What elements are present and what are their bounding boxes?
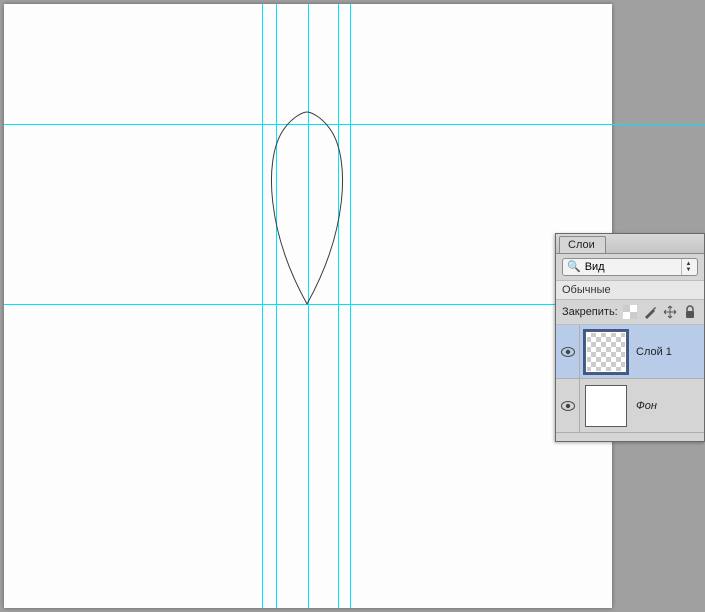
teardrop-path bbox=[271, 112, 342, 304]
layer-filter-row: 🔍 Вид ▲▼ bbox=[556, 254, 704, 281]
layer-name[interactable]: Слой 1 bbox=[632, 346, 704, 358]
blend-mode-label[interactable]: Обычные bbox=[556, 281, 704, 300]
panel-tabs: Слои bbox=[556, 234, 704, 254]
guide-vertical[interactable] bbox=[262, 4, 263, 608]
layer-row[interactable]: Фон bbox=[556, 379, 704, 433]
search-icon: 🔍 bbox=[567, 262, 581, 273]
guide-vertical[interactable] bbox=[308, 4, 309, 608]
layer-filter-dropdown[interactable]: 🔍 Вид ▲▼ bbox=[562, 258, 698, 276]
visibility-toggle[interactable] bbox=[556, 325, 580, 378]
guide-vertical[interactable] bbox=[276, 4, 277, 608]
guide-horizontal[interactable] bbox=[4, 124, 705, 125]
guide-vertical[interactable] bbox=[350, 4, 351, 608]
canvas[interactable] bbox=[4, 4, 612, 608]
tab-layers[interactable]: Слои bbox=[559, 236, 606, 253]
layer-thumbnail[interactable] bbox=[585, 331, 627, 373]
guide-vertical[interactable] bbox=[338, 4, 339, 608]
layer-filter-label: Вид bbox=[585, 261, 605, 273]
layer-thumbnail-col bbox=[580, 325, 632, 378]
lock-all-icon[interactable] bbox=[683, 304, 698, 320]
lock-label: Закрепить: bbox=[562, 306, 618, 318]
lock-transparency-icon[interactable] bbox=[623, 304, 638, 320]
layer-name[interactable]: Фон bbox=[632, 400, 704, 412]
layers-empty-area bbox=[556, 433, 704, 441]
eye-icon bbox=[561, 401, 575, 411]
eye-icon bbox=[561, 347, 575, 357]
dropdown-arrows-icon: ▲▼ bbox=[681, 259, 695, 275]
layer-thumbnail[interactable] bbox=[585, 385, 627, 427]
layers-list: Слой 1 Фон bbox=[556, 325, 704, 441]
lock-pixels-icon[interactable] bbox=[643, 304, 658, 320]
layers-panel: Слои 🔍 Вид ▲▼ Обычные Закрепить: bbox=[555, 233, 705, 442]
lock-position-icon[interactable] bbox=[663, 304, 678, 320]
lock-row: Закрепить: bbox=[556, 300, 704, 325]
layer-thumbnail-col bbox=[580, 379, 632, 432]
visibility-toggle[interactable] bbox=[556, 379, 580, 432]
layer-row[interactable]: Слой 1 bbox=[556, 325, 704, 379]
